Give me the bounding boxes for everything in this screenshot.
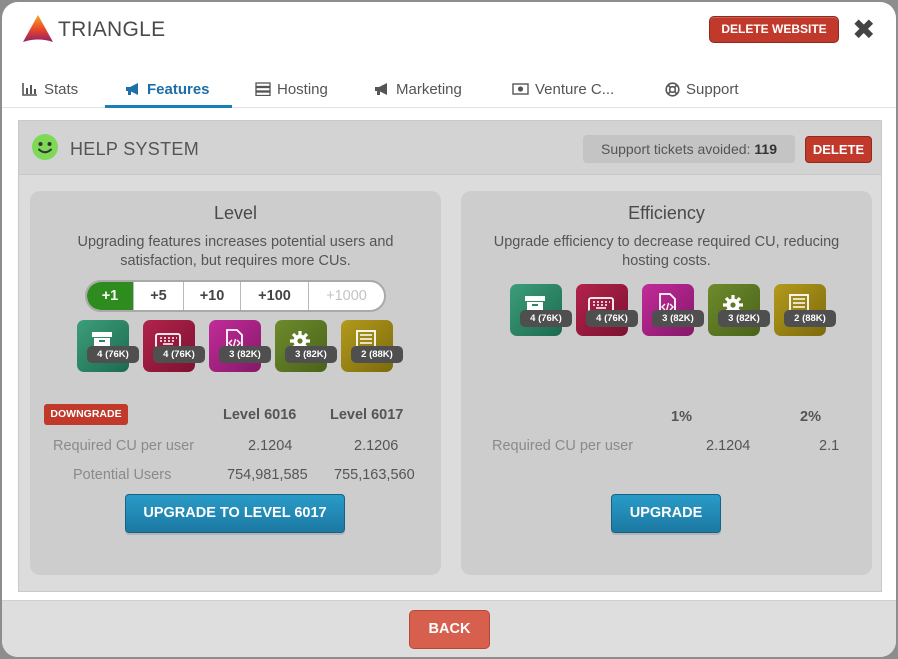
required-cu-next: 2.1206 — [354, 438, 399, 454]
smiley-icon — [32, 134, 58, 160]
active-tab-indicator — [105, 105, 232, 108]
required-cu-current: 2.1204 — [248, 438, 293, 454]
features-modal: TRIANGLE DELETE WEBSITE ✖ Stats Features… — [2, 2, 896, 657]
level-card: Level Upgrading features increases poten… — [30, 191, 441, 575]
modal-footer: BACK — [2, 600, 896, 657]
required-cu-next: 2.1 — [819, 438, 840, 454]
lifebuoy-icon — [665, 81, 680, 97]
tab-label: Support — [686, 80, 739, 98]
resource-badge: 4 (76K) — [87, 346, 139, 363]
increment-option[interactable]: +100 — [241, 282, 309, 310]
resource-badge: 4 (76K) — [520, 310, 572, 327]
tab-bar: Stats Features Hosting Marketing Venture… — [2, 68, 896, 108]
required-cu-label: Required CU per user — [492, 438, 634, 454]
keyboard-icon: 4 (76K) — [576, 284, 638, 336]
increment-option[interactable]: +10 — [184, 282, 241, 310]
bar-chart-icon — [22, 83, 37, 96]
code-file-icon: 3 (82K) — [642, 284, 704, 336]
next-level-header: Level 6017 — [330, 407, 404, 423]
tab-hosting[interactable]: Hosting — [255, 76, 328, 102]
gear-icon: 3 (82K) — [708, 284, 770, 336]
resource-badge: 4 (76K) — [586, 310, 638, 327]
resource-badge: 2 (88K) — [351, 346, 403, 363]
increment-option[interactable]: +5 — [134, 282, 184, 310]
code-file-icon: 3 (82K) — [209, 320, 271, 372]
back-button[interactable]: BACK — [409, 610, 490, 649]
upgrade-level-button[interactable]: UPGRADE TO LEVEL 6017 — [125, 494, 345, 533]
tab-marketing[interactable]: Marketing — [374, 76, 462, 102]
feature-panel: HELP SYSTEM Support tickets avoided: 119… — [18, 120, 882, 592]
increment-option[interactable]: +1 — [87, 282, 134, 310]
tab-label: Stats — [44, 80, 79, 98]
tab-label: Marketing — [396, 80, 462, 98]
upgrade-efficiency-button[interactable]: UPGRADE — [611, 494, 721, 533]
storage-icon: 4 (76K) — [77, 320, 139, 372]
efficiency-title: Efficiency — [628, 203, 705, 223]
tickets-avoided-badge: Support tickets avoided: 119 — [583, 135, 795, 163]
current-level-header: Level 6016 — [223, 407, 297, 423]
app-title: TRIANGLE — [58, 18, 166, 41]
server-icon — [255, 82, 271, 96]
tab-label: Hosting — [277, 80, 328, 98]
resource-badge: 4 (76K) — [153, 346, 205, 363]
close-icon[interactable]: ✖ — [852, 16, 876, 44]
resource-badge: 3 (82K) — [652, 310, 704, 327]
keyboard-icon: 4 (76K) — [143, 320, 205, 372]
level-increment-selector: +1 +5 +10 +100 +1000 — [85, 280, 386, 312]
feature-title: HELP SYSTEM — [70, 139, 200, 159]
resource-badge: 3 (82K) — [285, 346, 337, 363]
storage-icon: 4 (76K) — [510, 284, 572, 336]
tickets-label: Support tickets avoided: — [600, 141, 751, 157]
current-efficiency-header: 1% — [671, 409, 692, 425]
resource-badge: 3 (82K) — [219, 346, 271, 363]
money-icon — [512, 83, 529, 95]
tab-label: Venture C... — [535, 80, 615, 98]
tab-stats[interactable]: Stats — [22, 76, 78, 102]
feature-header: HELP SYSTEM Support tickets avoided: 119… — [19, 121, 881, 175]
tab-support[interactable]: Support — [665, 76, 739, 102]
megaphone-icon — [375, 83, 387, 95]
downgrade-button[interactable]: DOWNGRADE — [44, 404, 128, 425]
potential-users-label: Potential Users — [73, 467, 172, 483]
server-rack-icon: 2 (88K) — [341, 320, 403, 372]
megaphone-icon — [126, 83, 138, 95]
tab-venture-capital[interactable]: Venture C... — [512, 76, 614, 102]
tab-features[interactable]: Features — [125, 76, 210, 102]
tickets-value: 119 — [754, 141, 777, 157]
server-rack-icon: 2 (88K) — [774, 284, 836, 336]
increment-option: +1000 — [326, 288, 367, 304]
level-description: Upgrading features increases potential u… — [77, 234, 394, 269]
resource-badge: 2 (88K) — [784, 310, 836, 327]
potential-users-next: 755,163,560 — [334, 467, 415, 483]
efficiency-card: Efficiency Upgrade efficiency to decreas… — [461, 191, 872, 575]
potential-users-current: 754,981,585 — [227, 467, 308, 483]
modal-header: TRIANGLE DELETE WEBSITE ✖ — [2, 2, 896, 60]
efficiency-description: Upgrade efficiency to decrease required … — [493, 234, 840, 269]
gear-icon: 3 (82K) — [275, 320, 337, 372]
level-title: Level — [213, 203, 258, 223]
required-cu-current: 2.1204 — [706, 438, 751, 454]
next-efficiency-header: 2% — [800, 409, 821, 425]
delete-feature-button[interactable]: DELETE — [805, 136, 872, 163]
resource-badge: 3 (82K) — [718, 310, 770, 327]
triangle-logo — [23, 15, 53, 42]
tab-label: Features — [147, 80, 210, 98]
required-cu-label: Required CU per user — [53, 438, 195, 454]
delete-website-button[interactable]: DELETE WEBSITE — [709, 16, 839, 43]
